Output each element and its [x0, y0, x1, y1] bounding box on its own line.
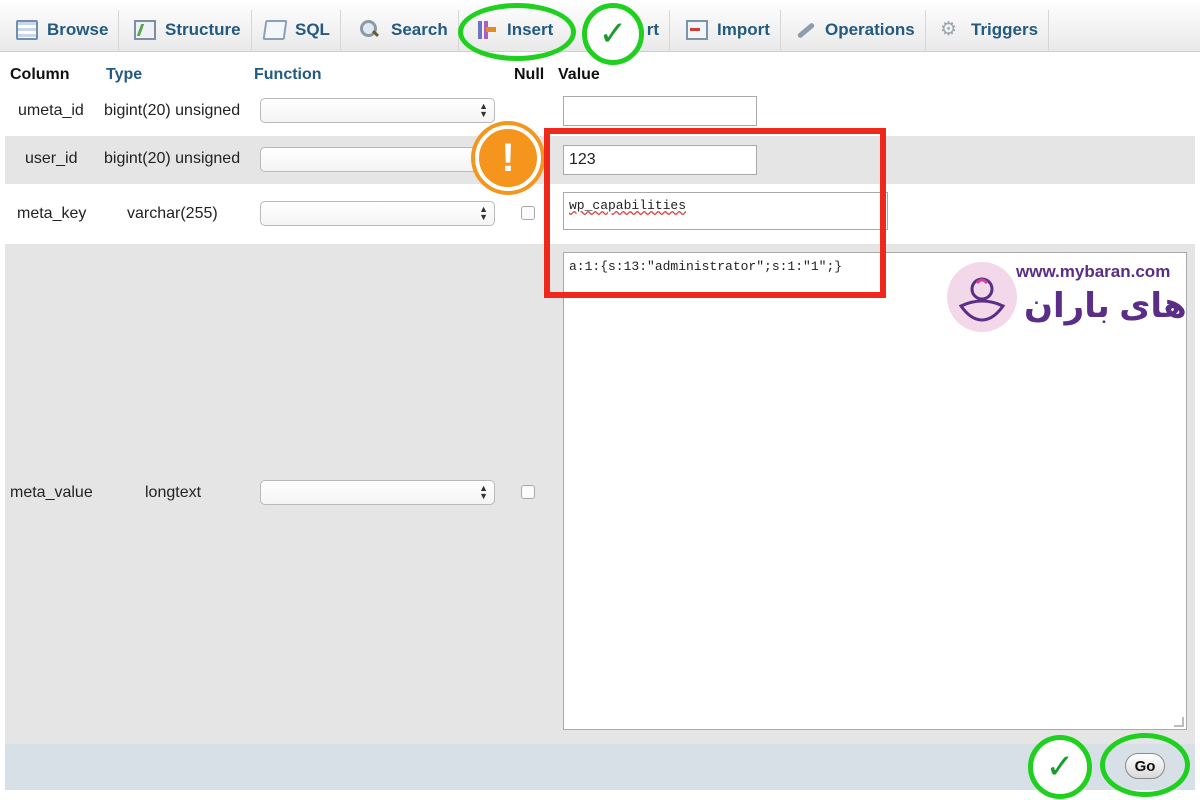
structure-icon — [134, 20, 156, 40]
null-checkbox[interactable] — [521, 485, 535, 499]
header-column: Column — [10, 66, 70, 83]
null-checkbox[interactable] — [521, 206, 535, 220]
tab-label: Search — [391, 20, 448, 39]
warning-icon: ! — [475, 125, 541, 191]
select-arrows-icon: ▲ ▼ — [479, 101, 488, 119]
go-highlight-ring-icon — [1100, 733, 1190, 797]
check-icon: ✓ — [1028, 735, 1092, 799]
function-select[interactable]: ▲ ▼ — [260, 98, 495, 123]
header-function[interactable]: Function — [254, 66, 322, 84]
highlight-box — [544, 128, 886, 298]
tab-label: Triggers — [971, 20, 1039, 39]
browse-icon — [16, 20, 38, 40]
select-arrows-icon: ▲ ▼ — [479, 204, 488, 222]
column-type: varchar(255) — [127, 205, 218, 222]
tab-label: Operations — [825, 20, 915, 39]
column-type: longtext — [145, 484, 202, 501]
sql-icon — [262, 20, 288, 40]
tab-operations[interactable]: Operations — [784, 10, 926, 50]
brand-logo — [947, 262, 1017, 332]
column-type: bigint(20) unsigned — [104, 102, 241, 119]
column-type: bigint(20) unsigned — [104, 150, 241, 167]
column-name: user_id — [25, 150, 78, 167]
check-icon: ✓ — [582, 3, 644, 65]
value-input-umeta-id[interactable] — [563, 96, 757, 126]
tab-structure[interactable]: Structure — [124, 10, 252, 50]
column-name: umeta_id — [18, 102, 84, 119]
tab-label: Structure — [165, 20, 241, 39]
resize-handle-icon[interactable] — [1174, 717, 1184, 727]
operations-icon — [794, 20, 816, 40]
header-value: Value — [558, 66, 600, 83]
tab-label-partial: rt — [646, 20, 659, 39]
function-select[interactable]: ▲ ▼ — [260, 201, 495, 226]
insert-highlight-ring-icon — [458, 3, 576, 61]
import-icon — [686, 20, 708, 40]
search-icon — [360, 20, 382, 40]
tab-search[interactable]: Search — [350, 10, 459, 50]
header-type[interactable]: Type — [106, 66, 142, 84]
tab-import[interactable]: Import — [676, 10, 781, 50]
column-name: meta_key — [17, 205, 87, 222]
form-footer — [5, 744, 1195, 790]
tab-sql[interactable]: SQL — [254, 10, 341, 50]
tab-label: Browse — [47, 20, 109, 39]
select-arrows-icon: ▲ ▼ — [479, 483, 488, 501]
logo-mark-icon — [958, 277, 1006, 322]
column-name: meta_value — [10, 484, 93, 501]
triggers-icon — [940, 18, 962, 41]
tab-label: SQL — [295, 20, 330, 39]
tab-label: Import — [717, 20, 770, 39]
tab-browse[interactable]: Browse — [6, 10, 120, 50]
tab-triggers[interactable]: Triggers — [930, 10, 1050, 50]
function-select[interactable] — [260, 147, 488, 172]
watermark-url: www.mybaran.com — [1016, 262, 1171, 281]
table-header: Column Type Function Null Value — [0, 66, 610, 88]
watermark-name: های باران — [1024, 287, 1187, 325]
function-select[interactable]: ▲ ▼ — [260, 480, 495, 505]
header-null: Null — [514, 66, 545, 83]
